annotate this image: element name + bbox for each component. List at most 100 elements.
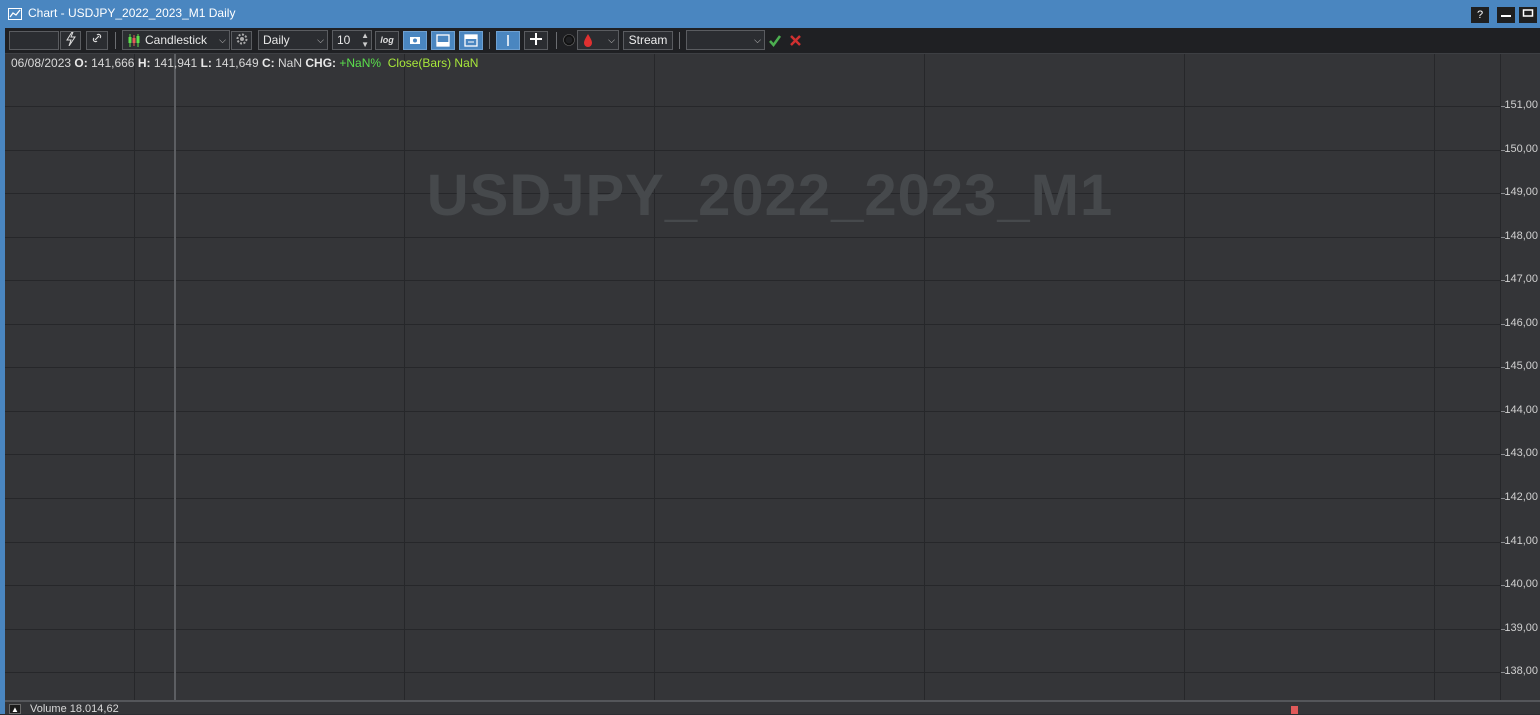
volume-pane bbox=[5, 702, 1540, 714]
bottom-panel-icon bbox=[436, 34, 450, 47]
drop-icon bbox=[584, 34, 592, 47]
maximize-button[interactable] bbox=[1519, 7, 1537, 23]
info-close-label: C: bbox=[261, 56, 275, 70]
order-select[interactable]: ⌵ bbox=[686, 30, 765, 50]
symbol-input[interactable] bbox=[9, 31, 59, 50]
window-layout-button[interactable] bbox=[459, 31, 483, 50]
toolbar-separator bbox=[115, 32, 116, 49]
bar-count-value: 10 bbox=[337, 33, 351, 47]
top-panel-icon bbox=[464, 34, 478, 47]
info-high-label: H: bbox=[137, 56, 151, 70]
info-low-label: L: bbox=[200, 56, 212, 70]
price-tick: 147,00 bbox=[1504, 273, 1538, 285]
window-title: Chart - USDJPY_2022_2023_M1 Daily bbox=[28, 6, 236, 20]
timeframe-select[interactable]: Daily ⌵ bbox=[258, 30, 328, 50]
grid-line bbox=[1184, 54, 1185, 700]
grid-line bbox=[5, 106, 1500, 107]
link-icon bbox=[92, 33, 102, 43]
info-chg-label: CHG: bbox=[305, 56, 337, 70]
price-tick: 141,00 bbox=[1504, 535, 1538, 547]
grid-line bbox=[5, 280, 1500, 281]
price-tick: 146,00 bbox=[1504, 317, 1538, 329]
price-tick: 148,00 bbox=[1504, 230, 1538, 242]
volume-pane-button[interactable] bbox=[431, 31, 455, 50]
price-tick: 140,00 bbox=[1504, 578, 1538, 590]
price-tick: 139,00 bbox=[1504, 622, 1538, 634]
volume-bar bbox=[1291, 706, 1298, 714]
link-button[interactable] bbox=[86, 31, 108, 50]
stream-button[interactable]: Stream bbox=[623, 31, 673, 50]
circle-icon[interactable] bbox=[563, 34, 575, 46]
lightning-icon bbox=[65, 31, 76, 47]
info-close: NaN bbox=[278, 56, 303, 70]
bar-count-stepper[interactable]: 10 ▲ ▼ bbox=[332, 30, 372, 50]
grid-line bbox=[5, 542, 1500, 543]
grid-line bbox=[5, 629, 1500, 630]
price-tick: 138,00 bbox=[1504, 665, 1538, 677]
color-select[interactable]: ⌵ bbox=[577, 30, 619, 50]
toolbar-separator bbox=[679, 32, 680, 49]
grid-line bbox=[134, 54, 135, 700]
plus-icon bbox=[530, 33, 542, 45]
grid-line bbox=[654, 54, 655, 700]
grid-line bbox=[5, 150, 1500, 151]
grid-line bbox=[5, 585, 1500, 586]
log-scale-button[interactable]: log bbox=[375, 31, 399, 50]
lightning-button[interactable] bbox=[60, 31, 81, 50]
window-titlebar: Chart - USDJPY_2022_2023_M1 Daily ? bbox=[0, 0, 1540, 28]
grid-line bbox=[1434, 54, 1435, 700]
grid-line bbox=[5, 672, 1500, 673]
info-chg: +NaN% bbox=[339, 56, 382, 70]
chart-toolbar: Candlestick ⌵ Daily ⌵ 10 ▲ ▼ log ⌵ Stream… bbox=[5, 28, 1540, 54]
info-low: 141,649 bbox=[215, 56, 259, 70]
ohlc-info-bar: 06/08/2023 O: 141,666 H: 141,941 L: 141,… bbox=[11, 56, 478, 70]
candlestick-icon bbox=[128, 34, 140, 47]
crosshair-button[interactable] bbox=[524, 31, 548, 50]
volume-label: Volume 18.014,62 bbox=[30, 703, 119, 715]
price-axis[interactable]: 151,00 150,00 149,00 148,00 147,00 146,0… bbox=[1500, 54, 1540, 700]
grid-line bbox=[5, 237, 1500, 238]
price-tick: 145,00 bbox=[1504, 360, 1538, 372]
chart-settings-button[interactable] bbox=[231, 31, 252, 50]
grid-line bbox=[404, 54, 405, 700]
price-chart[interactable]: 06/08/2023 O: 141,666 H: 141,941 L: 141,… bbox=[5, 54, 1500, 714]
grid-line bbox=[924, 54, 925, 700]
gear-icon bbox=[236, 33, 247, 45]
info-date: 06/08/2023 bbox=[11, 56, 72, 70]
chart-icon bbox=[8, 8, 22, 20]
camera-icon bbox=[410, 37, 420, 44]
price-tick: 144,00 bbox=[1504, 404, 1538, 416]
price-tick: 151,00 bbox=[1504, 99, 1538, 111]
maximize-icon bbox=[1522, 9, 1534, 17]
close-icon[interactable] bbox=[789, 34, 802, 47]
timeframe-value: Daily bbox=[263, 33, 290, 47]
chart-type-select[interactable]: Candlestick ⌵ bbox=[122, 30, 230, 50]
symbol-watermark: USDJPY_2022_2023_M1 bbox=[426, 163, 1114, 228]
grid-line bbox=[5, 367, 1500, 368]
stepper-arrows-icon[interactable]: ▲ ▼ bbox=[361, 31, 369, 49]
chevron-down-icon: ⌵ bbox=[754, 35, 761, 45]
grid-line bbox=[5, 454, 1500, 455]
checkmark-icon[interactable] bbox=[768, 34, 782, 48]
grid-line bbox=[5, 498, 1500, 499]
chevron-down-icon: ⌵ bbox=[317, 35, 324, 45]
cursor-line[interactable] bbox=[174, 54, 176, 714]
vertical-line-icon bbox=[507, 35, 509, 46]
grid-line bbox=[5, 411, 1500, 412]
toolbar-separator bbox=[556, 32, 557, 49]
info-open-label: O: bbox=[74, 56, 88, 70]
collapse-pane-button[interactable]: ▲ bbox=[9, 704, 21, 714]
chevron-down-icon: ⌵ bbox=[608, 35, 615, 45]
toolbar-separator bbox=[489, 32, 490, 49]
crosshair-toggle-button[interactable] bbox=[403, 31, 427, 50]
cursor-line-button[interactable] bbox=[496, 31, 520, 50]
chart-type-value: Candlestick bbox=[145, 33, 208, 47]
help-button[interactable]: ? bbox=[1471, 7, 1489, 23]
minimize-button[interactable] bbox=[1497, 7, 1515, 23]
price-tick: 149,00 bbox=[1504, 186, 1538, 198]
grid-line bbox=[5, 324, 1500, 325]
chevron-down-icon: ⌵ bbox=[219, 35, 226, 45]
info-open: 141,666 bbox=[91, 56, 135, 70]
info-high: 141,941 bbox=[153, 56, 198, 70]
price-tick: 143,00 bbox=[1504, 447, 1538, 459]
